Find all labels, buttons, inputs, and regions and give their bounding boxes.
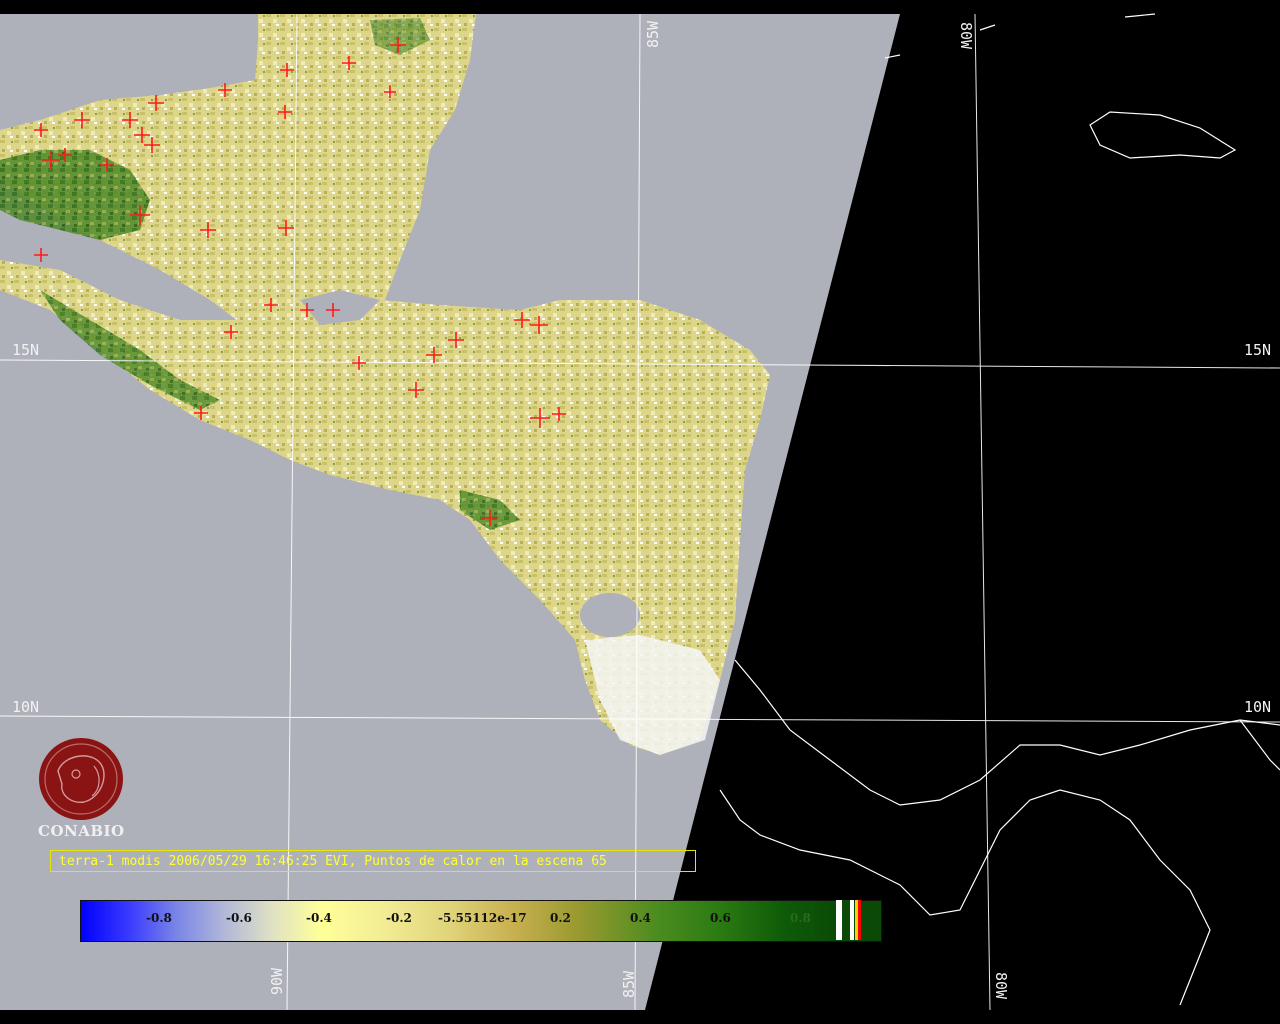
- colorbar-white-swatch: [850, 900, 854, 940]
- colorbar-tick-label: 0.6: [710, 911, 731, 925]
- lat-15-left-label: 15N: [12, 341, 40, 359]
- conabio-logo: [36, 736, 128, 826]
- lat-15-right-label: 15N: [1244, 341, 1272, 359]
- lon-80-bottom-label: 80W: [992, 972, 1010, 1000]
- colorbar-tick-label: 0.8: [790, 911, 811, 925]
- lon-85-top-label: 85W: [644, 20, 662, 48]
- lat-10-left-label: 10N: [12, 698, 40, 716]
- scene-caption: terra-1 modis 2006/05/29 16:46:25 EVI, P…: [50, 850, 696, 872]
- colorbar-tick-label: -0.8: [146, 911, 172, 925]
- colorbar-tick-label: -5.55112e-17: [438, 911, 527, 925]
- lake-nicaragua: [580, 593, 640, 637]
- lon-85-bottom-label: 85W: [620, 970, 638, 998]
- colorbar-tick-label: 0.4: [630, 911, 651, 925]
- lat-10-right-label: 10N: [1244, 698, 1272, 716]
- colorbar-tick-label: -0.6: [226, 911, 252, 925]
- conabio-logo-text: CONABIO: [38, 822, 125, 840]
- colorbar-dark-swatch: [842, 900, 850, 940]
- lon-90-bottom-label: 90W: [268, 967, 286, 995]
- colorbar-hotspot-swatch: [858, 900, 861, 940]
- lon-80-top-label: 80W: [957, 22, 975, 50]
- colorbar-tick-label: 0.2: [550, 911, 571, 925]
- conabio-seal-icon: [39, 738, 123, 820]
- colorbar-tick-label: -0.4: [306, 911, 332, 925]
- colorbar-tick-label: -0.2: [386, 911, 412, 925]
